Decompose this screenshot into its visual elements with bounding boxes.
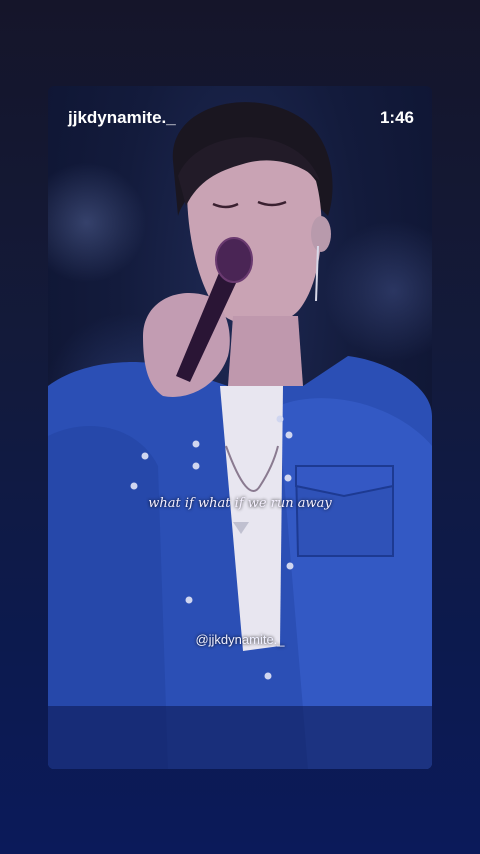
lyric-caption: what if what if we run away [148,496,332,511]
video-story-card[interactable]: jjkdynamite._ 1:46 what if what if we ru… [48,86,432,769]
performer-image [48,102,432,769]
story-username[interactable]: jjkdynamite._ [68,108,176,128]
video-duration: 1:46 [379,108,414,127]
watermark-handle: @jjkdynamite._ [195,632,285,647]
